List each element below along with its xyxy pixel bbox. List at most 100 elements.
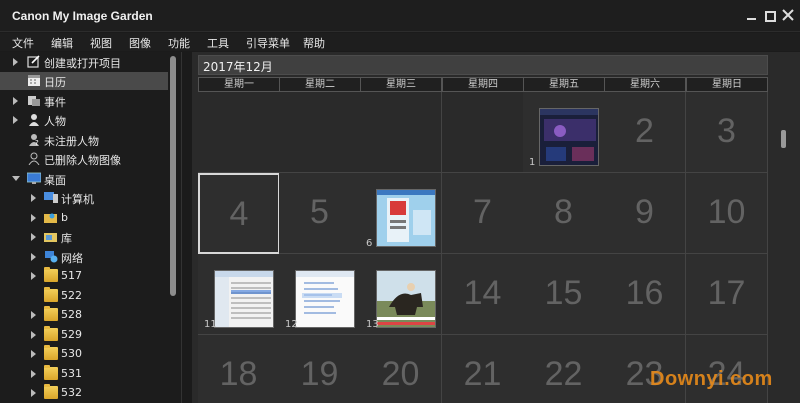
photo-thumbnail[interactable] bbox=[214, 270, 274, 328]
calendar-day-cell[interactable]: 11 bbox=[198, 254, 280, 335]
expand-arrow-icon[interactable] bbox=[31, 311, 36, 319]
sidebar-item-label: 531 bbox=[61, 367, 82, 380]
sidebar: 创建或打开项目 日历 事件 人物 ? 未注册人物 已删除人物图像 桌面 计算机 … bbox=[0, 52, 182, 403]
expand-arrow-icon[interactable] bbox=[31, 233, 36, 241]
calendar-day-cell[interactable]: 20 bbox=[360, 335, 442, 403]
svg-text:?: ? bbox=[35, 139, 39, 146]
calendar-day-cell[interactable]: 22 bbox=[523, 335, 605, 403]
sidebar-item-deleted-people[interactable]: 已删除人物图像 bbox=[0, 150, 168, 168]
collapse-arrow-icon[interactable] bbox=[12, 176, 20, 181]
weekday-header: 星期日 bbox=[686, 77, 768, 92]
calendar-day-cell[interactable]: 14 bbox=[442, 254, 524, 335]
weekday-header: 星期二 bbox=[279, 77, 361, 92]
sidebar-item-events[interactable]: 事件 bbox=[0, 92, 168, 110]
sidebar-item-create-project[interactable]: 创建或打开项目 bbox=[0, 53, 168, 71]
menu-guide[interactable]: 引导菜单 bbox=[246, 35, 290, 51]
sidebar-item-folder-532[interactable]: 532 bbox=[0, 384, 168, 402]
menu-view[interactable]: 视图 bbox=[90, 35, 112, 51]
calendar-day-cell[interactable]: 6 bbox=[360, 173, 442, 254]
sidebar-item-folder-529[interactable]: 529 bbox=[0, 326, 168, 344]
calendar-day-cell[interactable]: 8 bbox=[523, 173, 605, 254]
sidebar-item-network[interactable]: 网络 bbox=[0, 248, 168, 266]
sidebar-item-desktop[interactable]: 桌面 bbox=[0, 170, 168, 188]
weekday-header: 星期四 bbox=[442, 77, 524, 92]
menu-tools[interactable]: 工具 bbox=[207, 35, 229, 51]
sidebar-item-folder-522[interactable]: 522 bbox=[0, 287, 168, 305]
network-icon bbox=[45, 251, 58, 263]
sidebar-item-label: 已删除人物图像 bbox=[44, 154, 121, 167]
sidebar-item-label: b bbox=[61, 211, 68, 224]
weekday-header: 星期五 bbox=[523, 77, 605, 92]
calendar-day-cell[interactable]: 10 bbox=[686, 173, 768, 254]
expand-arrow-icon[interactable] bbox=[31, 272, 36, 280]
sidebar-item-label: 528 bbox=[61, 308, 82, 321]
expand-arrow-icon[interactable] bbox=[31, 214, 36, 222]
person-icon bbox=[29, 114, 39, 126]
maximize-button[interactable] bbox=[763, 8, 777, 22]
sidebar-item-folder-531[interactable]: 531 bbox=[0, 365, 168, 383]
calendar-day-cell[interactable]: 16 bbox=[604, 254, 686, 335]
calendar-scrollbar[interactable] bbox=[781, 130, 786, 148]
title-bar: Canon My Image Garden bbox=[0, 0, 800, 32]
sidebar-item-label: 532 bbox=[61, 386, 82, 399]
day-number: 11 bbox=[204, 319, 217, 330]
expand-arrow-icon[interactable] bbox=[31, 253, 36, 261]
calendar-day-cell[interactable]: 9 bbox=[604, 173, 686, 254]
expand-arrow-icon[interactable] bbox=[31, 389, 36, 397]
expand-arrow-icon[interactable] bbox=[31, 194, 36, 202]
calendar-day-cell[interactable]: 7 bbox=[442, 173, 524, 254]
folder-icon bbox=[44, 306, 58, 321]
calendar-day-cell[interactable]: 1 bbox=[523, 92, 605, 173]
expand-arrow-icon[interactable] bbox=[31, 370, 36, 378]
calendar-day-cell[interactable]: 19 bbox=[279, 335, 361, 403]
calendar-day-cell[interactable]: 5 bbox=[279, 173, 361, 254]
sidebar-item-label: 桌面 bbox=[44, 174, 66, 187]
calendar-empty-cell bbox=[198, 92, 280, 173]
expand-arrow-icon[interactable] bbox=[31, 331, 36, 339]
day-number: 16 bbox=[625, 274, 664, 312]
day-number: 14 bbox=[463, 274, 502, 312]
sidebar-item-folder-528[interactable]: 528 bbox=[0, 306, 168, 324]
day-number: 8 bbox=[554, 193, 573, 231]
menu-help[interactable]: 帮助 bbox=[303, 35, 325, 51]
menu-image[interactable]: 图像 bbox=[129, 35, 151, 51]
calendar-day-cell[interactable]: 2 bbox=[604, 92, 686, 173]
calendar-day-cell[interactable]: 13 bbox=[360, 254, 442, 335]
sidebar-item-label: 未注册人物 bbox=[44, 135, 99, 148]
menu-file[interactable]: 文件 bbox=[12, 35, 34, 51]
menu-edit[interactable]: 编辑 bbox=[51, 35, 73, 51]
watermark-logo: Downyi.com bbox=[650, 368, 773, 390]
calendar-day-cell-selected[interactable]: 4 bbox=[198, 173, 280, 254]
sidebar-scrollbar[interactable] bbox=[170, 56, 176, 296]
photo-thumbnail[interactable] bbox=[376, 270, 436, 328]
folder-icon bbox=[44, 267, 58, 282]
sidebar-item-library[interactable]: 库 bbox=[0, 228, 168, 246]
sidebar-item-folder-517[interactable]: 517 bbox=[0, 267, 168, 285]
sidebar-item-calendar[interactable]: 日历 bbox=[0, 72, 168, 90]
sidebar-item-folder-530[interactable]: 530 bbox=[0, 345, 168, 363]
minimize-button[interactable] bbox=[745, 8, 759, 22]
calendar-day-cell[interactable]: 17 bbox=[686, 254, 768, 335]
library-icon bbox=[44, 233, 57, 242]
sidebar-item-b[interactable]: b bbox=[0, 209, 168, 227]
calendar-day-cell[interactable]: 21 bbox=[442, 335, 524, 403]
photo-thumbnail[interactable] bbox=[376, 189, 436, 247]
photo-thumbnail[interactable] bbox=[295, 270, 355, 328]
sidebar-item-label: 日历 bbox=[44, 76, 66, 89]
sidebar-item-people[interactable]: 人物 bbox=[0, 111, 168, 129]
calendar-day-cell[interactable]: 12 bbox=[279, 254, 361, 335]
sidebar-item-label: 创建或打开项目 bbox=[44, 57, 121, 70]
expand-arrow-icon[interactable] bbox=[13, 97, 18, 105]
expand-arrow-icon[interactable] bbox=[13, 116, 18, 124]
calendar-day-cell[interactable]: 18 bbox=[198, 335, 280, 403]
sidebar-item-unregistered-people[interactable]: ? 未注册人物 bbox=[0, 131, 168, 149]
sidebar-item-computer[interactable]: 计算机 bbox=[0, 189, 168, 207]
close-button[interactable] bbox=[781, 8, 795, 22]
calendar-day-cell[interactable]: 3 bbox=[686, 92, 768, 173]
expand-arrow-icon[interactable] bbox=[31, 350, 36, 358]
menu-function[interactable]: 功能 bbox=[168, 35, 190, 51]
day-number: 12 bbox=[285, 319, 298, 330]
expand-arrow-icon[interactable] bbox=[13, 58, 18, 66]
calendar-day-cell[interactable]: 15 bbox=[523, 254, 605, 335]
photo-thumbnail[interactable] bbox=[539, 108, 599, 166]
